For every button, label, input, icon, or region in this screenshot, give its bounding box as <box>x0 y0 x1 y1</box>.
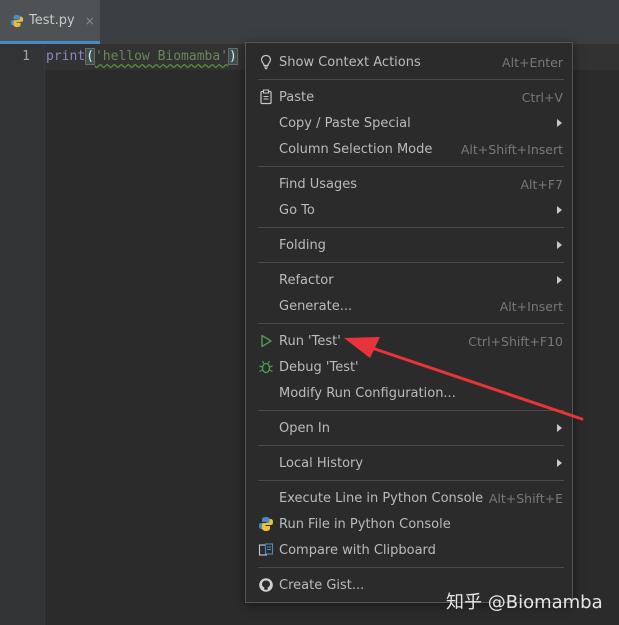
annotation-arrow <box>344 337 584 421</box>
watermark-text: 知乎 @Biomamba <box>446 592 603 613</box>
